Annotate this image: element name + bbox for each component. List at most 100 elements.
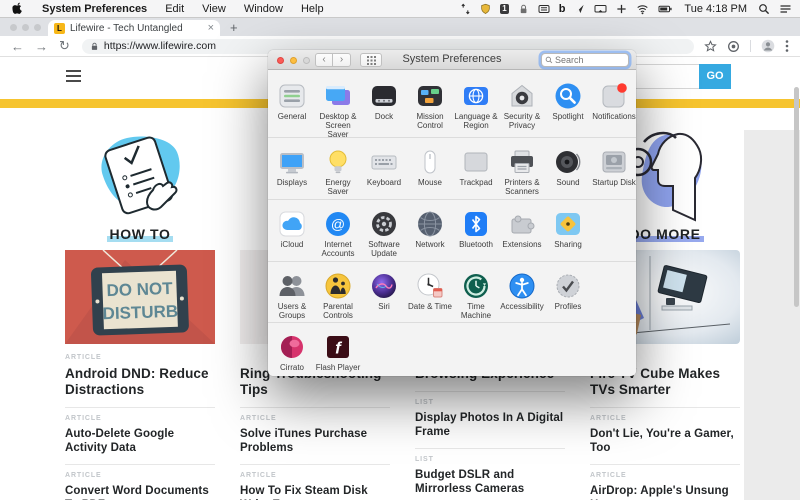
bookmark-star-icon[interactable]	[704, 39, 717, 53]
pref-mouse[interactable]: Mouse	[407, 148, 453, 199]
article-entry[interactable]: ARTICLE Solve iTunes Purchase Problems	[240, 407, 390, 464]
menu-bar-clock[interactable]: Tue 4:18 PM	[684, 3, 747, 15]
pref-time-machine[interactable]: Time Machine	[453, 272, 499, 322]
pref-general[interactable]: General	[269, 82, 315, 139]
article-title[interactable]: How To Fix Steam Disk Write Errors	[240, 484, 390, 500]
forward-button[interactable]: →	[35, 39, 48, 54]
pref-label: Network	[415, 240, 445, 249]
do-not-disturb-image[interactable]: DO NOT DISTURB	[65, 250, 215, 344]
pref-cirrato[interactable]: Cirrato	[269, 333, 315, 376]
pref-sound[interactable]: Sound	[545, 148, 591, 199]
prefs-search-input[interactable]	[555, 54, 625, 65]
article-entry[interactable]: ARTICLE Convert Word Documents To PDF	[65, 464, 215, 500]
apple-menu-icon[interactable]	[12, 2, 23, 15]
article-title[interactable]: Android DND: Reduce Distractions	[65, 366, 215, 398]
display-mirroring-icon[interactable]	[594, 3, 607, 15]
article-title[interactable]: Convert Word Documents To PDF	[65, 484, 215, 500]
cursor-app-icon[interactable]	[574, 3, 585, 15]
pref-profiles[interactable]: Profiles	[545, 272, 591, 322]
plus-app-icon[interactable]	[616, 3, 627, 15]
pref-bluetooth[interactable]: Bluetooth	[453, 210, 499, 261]
article-kind-label: ARTICLE	[590, 415, 627, 422]
pref-label: Printers & Scanners	[504, 178, 540, 196]
window-close-button[interactable]	[10, 24, 17, 31]
pref-displays[interactable]: Displays	[269, 148, 315, 199]
article-entry[interactable]: LIST Budget DSLR and Mirrorless Cameras	[415, 448, 565, 500]
pref-sharing[interactable]: Sharing	[545, 210, 591, 261]
article-title[interactable]: Budget DSLR and Mirrorless Cameras	[415, 468, 565, 496]
new-tab-button[interactable]: +	[230, 20, 238, 35]
pref-network[interactable]: Network	[407, 210, 453, 261]
pref-keyboard[interactable]: Keyboard	[361, 148, 407, 199]
notifications-icon	[600, 82, 628, 110]
pref-energy-saver[interactable]: Energy Saver	[315, 148, 361, 199]
article-entry[interactable]: ARTICLE Android DND: Reduce Distractions	[65, 352, 215, 407]
pref-startup-disk[interactable]: Startup Disk	[591, 148, 637, 199]
battery-icon[interactable]	[658, 3, 673, 15]
browser-tab-strip: L Lifewire - Tech Untangled × +	[0, 18, 800, 36]
pref-dock[interactable]: Dock	[361, 82, 407, 139]
pref-accessibility[interactable]: Accessibility	[499, 272, 545, 322]
menu-item-view[interactable]: View	[193, 3, 235, 15]
pref-siri[interactable]: Siri	[361, 272, 407, 322]
profile-avatar-icon[interactable]	[761, 39, 775, 53]
notification-center-icon[interactable]	[779, 3, 792, 15]
article-entry[interactable]: ARTICLE AirDrop: Apple's Unsung Hero	[590, 464, 740, 500]
site-search-go-button[interactable]: GO	[699, 64, 731, 89]
article-title[interactable]: Display Photos In A Digital Frame	[415, 411, 565, 439]
article-entry[interactable]: ARTICLE Auto-Delete Google Activity Data	[65, 407, 215, 464]
lock-icon[interactable]	[518, 3, 529, 15]
article-entry[interactable]: ARTICLE How To Fix Steam Disk Write Error…	[240, 464, 390, 500]
article-entry[interactable]: ARTICLE Don't Lie, You're a Gamer, Too	[590, 407, 740, 464]
window-minimize-button[interactable]	[22, 24, 29, 31]
browser-tab[interactable]: L Lifewire - Tech Untangled ×	[48, 20, 220, 36]
b-app-icon[interactable]: b	[559, 3, 566, 15]
pref-security[interactable]: Security & Privacy	[499, 82, 545, 139]
menu-item-window[interactable]: Window	[235, 3, 292, 15]
tab-close-icon[interactable]: ×	[208, 22, 214, 34]
pref-spotlight[interactable]: Spotlight	[545, 82, 591, 139]
input-source-badge[interactable]: 1	[500, 3, 509, 14]
section-banner[interactable]: HOW TO	[65, 226, 215, 248]
kebab-menu-icon[interactable]	[785, 39, 789, 53]
pref-icloud[interactable]: iCloud	[269, 210, 315, 261]
keyboard-app-icon[interactable]	[538, 3, 550, 15]
pref-language[interactable]: Language & Region	[453, 82, 499, 139]
window-zoom-button[interactable]	[34, 24, 41, 31]
spotlight-menu-icon[interactable]	[758, 3, 770, 15]
article-title[interactable]: Solve iTunes Purchase Problems	[240, 427, 390, 455]
system-preferences-titlebar[interactable]: ‹ › System Preferences	[268, 50, 636, 70]
article-entry[interactable]: LIST Display Photos In A Digital Frame	[415, 391, 565, 448]
back-button[interactable]: ←	[11, 39, 24, 54]
updown-arrows-icon[interactable]	[460, 3, 471, 15]
pref-users-groups[interactable]: Users & Groups	[269, 272, 315, 322]
pref-software-update[interactable]: Software Update	[361, 210, 407, 261]
pref-parental-controls[interactable]: Parental Controls	[315, 272, 361, 322]
wifi-icon[interactable]	[636, 3, 649, 15]
shield-icon[interactable]	[480, 3, 491, 15]
article-kind-label: ARTICLE	[240, 472, 277, 479]
checklist-illustration	[101, 136, 180, 215]
article-title[interactable]: Auto-Delete Google Activity Data	[65, 427, 215, 455]
hamburger-menu-icon[interactable]	[66, 70, 81, 85]
tab-title: Lifewire - Tech Untangled	[70, 22, 183, 34]
menu-item-edit[interactable]: Edit	[156, 3, 193, 15]
pref-internet-accounts[interactable]: @ Internet Accounts	[315, 210, 361, 261]
pref-extensions[interactable]: Extensions	[499, 210, 545, 261]
reload-button[interactable]: ↻	[59, 38, 70, 54]
pref-printers[interactable]: Printers & Scanners	[499, 148, 545, 199]
article-title[interactable]: AirDrop: Apple's Unsung Hero	[590, 484, 740, 500]
article-title[interactable]: Don't Lie, You're a Gamer, Too	[590, 427, 740, 455]
prefs-search-field[interactable]	[541, 52, 629, 67]
menu-item-app[interactable]: System Preferences	[33, 3, 156, 15]
pref-mission-control[interactable]: Mission Control	[407, 82, 453, 139]
pref-notifications[interactable]: Notifications	[591, 82, 637, 139]
page-scrollbar[interactable]	[794, 87, 799, 307]
extension-circle-icon[interactable]	[727, 40, 740, 53]
pref-flash-player[interactable]: f Flash Player	[315, 333, 361, 376]
pref-trackpad[interactable]: Trackpad	[453, 148, 499, 199]
menu-item-help[interactable]: Help	[292, 3, 333, 15]
pref-desktop[interactable]: Desktop & Screen Saver	[315, 82, 361, 139]
software-update-icon	[370, 210, 398, 238]
pref-date-time[interactable]: Date & Time	[407, 272, 453, 322]
